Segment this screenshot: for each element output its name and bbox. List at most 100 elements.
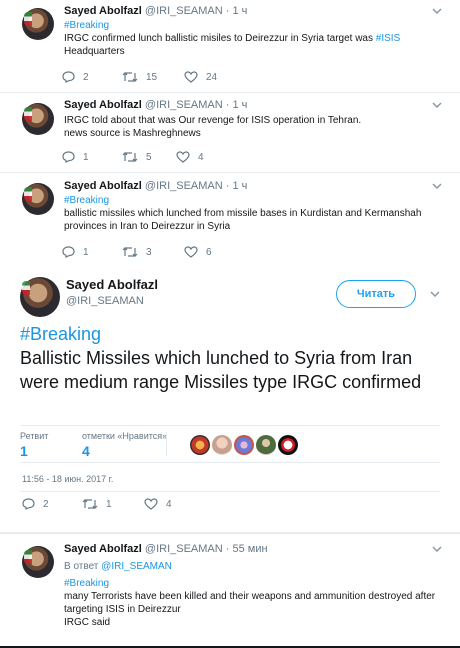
separator-dot: ·	[225, 543, 230, 555]
tweet-text-part: Headquarters	[64, 46, 125, 57]
retweet-count: 1	[106, 498, 112, 510]
divider	[20, 491, 440, 492]
like-count: 4	[198, 151, 204, 163]
retweet-button[interactable]: 1	[82, 498, 112, 510]
tweet-text-line: IRGC told about that was Our revenge for…	[64, 115, 362, 126]
reply-icon	[62, 246, 75, 258]
reply-icon	[62, 71, 75, 83]
hashtag-link[interactable]: #Breaking	[64, 577, 444, 590]
liker-avatar[interactable]	[212, 435, 232, 455]
reply-context: В ответ @IRI_SEAMAN	[64, 561, 172, 572]
like-button[interactable]: 6	[184, 246, 212, 258]
tweet-text: #Breaking Ballistic Missiles which lunch…	[20, 322, 440, 394]
retweet-count: 5	[146, 151, 152, 163]
reply-mention-link[interactable]: @IRI_SEAMAN	[101, 561, 172, 572]
like-button[interactable]: 4	[144, 498, 172, 510]
tweet-text-line: news source is Mashreghnews	[64, 128, 201, 139]
follow-button[interactable]: Читать	[336, 280, 416, 308]
reply-count: 2	[83, 71, 89, 83]
separator-dot: ·	[225, 99, 230, 111]
tweet-time[interactable]: 1 ч	[233, 99, 248, 111]
tweet-text-part: Ballistic Missiles which lunched to Syri…	[20, 348, 422, 392]
author-handle[interactable]: @IRI_SEAMAN	[66, 295, 144, 307]
avatar[interactable]	[22, 183, 54, 215]
author-handle[interactable]: @IRI_SEAMAN	[145, 99, 223, 111]
avatar[interactable]	[22, 8, 54, 40]
reply-count: 1	[83, 151, 89, 163]
reply-icon	[62, 151, 75, 163]
reply-count: 1	[83, 246, 89, 258]
tweet-timestamp[interactable]: 11:56 - 18 июн. 2017 г.	[22, 474, 113, 484]
separator-dot: ·	[225, 180, 230, 192]
author-handle[interactable]: @IRI_SEAMAN	[145, 543, 223, 555]
tweet-header: Sayed Abolfazl @IRI_SEAMAN · 1 ч	[64, 179, 247, 193]
divider	[0, 92, 460, 93]
retweet-button[interactable]: 5	[122, 151, 152, 163]
likes-stat-label: отметки «Нравится»	[82, 431, 168, 441]
reply-count: 2	[43, 498, 49, 510]
liker-avatar[interactable]	[278, 435, 298, 455]
author-name[interactable]: Sayed Abolfazl	[64, 543, 142, 555]
heart-icon	[184, 246, 198, 258]
like-count: 4	[166, 498, 172, 510]
heart-icon	[144, 498, 158, 510]
author-name[interactable]: Sayed Abolfazl	[66, 277, 158, 292]
chevron-down-icon[interactable]	[430, 180, 444, 194]
reply-button[interactable]: 1	[62, 151, 89, 163]
retweet-stat-count: 1	[20, 443, 28, 459]
like-count: 6	[206, 246, 212, 258]
divider	[20, 425, 440, 426]
author-name[interactable]: Sayed Abolfazl	[64, 180, 142, 192]
author-name[interactable]: Sayed Abolfazl	[64, 99, 142, 111]
chevron-down-icon[interactable]	[430, 543, 444, 557]
reply-button[interactable]: 2	[62, 71, 89, 83]
chevron-down-icon[interactable]	[430, 5, 444, 19]
like-button[interactable]: 4	[176, 151, 204, 163]
hashtag-link[interactable]: #Breaking	[64, 194, 444, 207]
author-handle[interactable]: @IRI_SEAMAN	[145, 180, 223, 192]
chevron-down-icon[interactable]	[430, 99, 444, 113]
chevron-down-icon[interactable]	[428, 288, 442, 302]
liker-avatar[interactable]	[234, 435, 254, 455]
avatar[interactable]	[22, 103, 54, 135]
liker-avatar[interactable]	[256, 435, 276, 455]
retweet-icon	[82, 499, 98, 509]
reply-button[interactable]: 1	[62, 246, 89, 258]
reply-prefix: В ответ	[64, 561, 99, 572]
liker-avatar[interactable]	[190, 435, 210, 455]
tweet-header: Sayed Abolfazl @IRI_SEAMAN · 1 ч	[64, 98, 247, 112]
retweet-stat[interactable]: Ретвит 1	[20, 431, 48, 459]
tweet-text-part: IRGC said	[64, 617, 111, 628]
avatar[interactable]	[22, 546, 54, 578]
hashtag-link[interactable]: #Breaking	[20, 322, 440, 346]
retweet-stat-label: Ретвит	[20, 431, 49, 441]
author-handle[interactable]: @IRI_SEAMAN	[145, 5, 223, 17]
divider	[166, 432, 167, 456]
likes-stat[interactable]: отметки «Нравится» 4	[82, 431, 167, 459]
hashtag-link[interactable]: #Breaking	[64, 19, 444, 32]
tweet-header: Sayed Abolfazl @IRI_SEAMAN · 1 ч	[64, 4, 247, 18]
separator-dot: ·	[225, 5, 230, 17]
tweet-text-part: many Terrorists have been killed and the…	[64, 591, 436, 615]
tweet-text: #Breaking ballistic missiles which lunch…	[64, 194, 444, 233]
retweet-icon	[122, 72, 138, 82]
retweet-button[interactable]: 3	[122, 246, 152, 258]
tweet-text: #Breaking many Terrorists have been kill…	[64, 577, 444, 629]
tweet-time[interactable]: 55 мин	[233, 543, 268, 555]
hashtag-link[interactable]: #ISIS	[376, 33, 400, 44]
retweet-icon	[122, 247, 138, 257]
tweet-time[interactable]: 1 ч	[233, 5, 248, 17]
tweet-time[interactable]: 1 ч	[233, 180, 248, 192]
avatar[interactable]	[20, 277, 60, 317]
heart-icon	[176, 151, 190, 163]
tweet-text: IRGC told about that was Our revenge for…	[64, 114, 444, 140]
retweet-button[interactable]: 15	[122, 71, 157, 83]
tweet-header: Sayed Abolfazl @IRI_SEAMAN · 55 мин	[64, 542, 268, 556]
heart-icon	[184, 71, 198, 83]
retweet-count: 15	[146, 71, 158, 83]
tweet-text: #Breaking IRGC confirmed lunch ballistic…	[64, 19, 444, 58]
author-name[interactable]: Sayed Abolfazl	[64, 5, 142, 17]
retweet-icon	[122, 152, 138, 162]
like-button[interactable]: 24	[184, 71, 217, 83]
reply-button[interactable]: 2	[22, 498, 49, 510]
